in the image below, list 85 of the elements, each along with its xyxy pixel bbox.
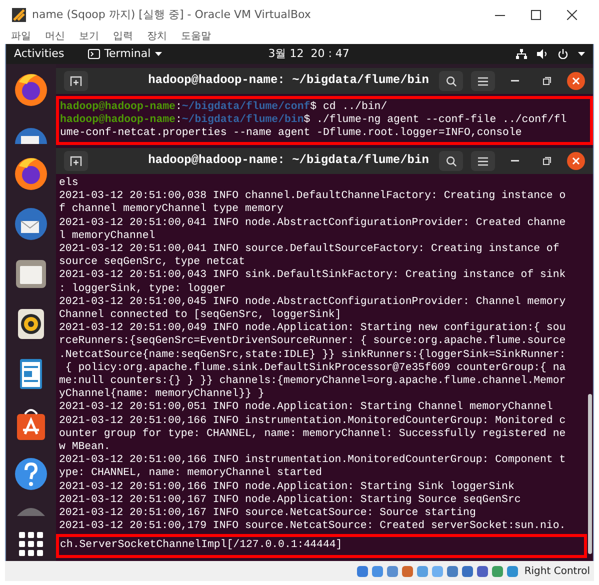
app-logo-icon xyxy=(12,8,26,22)
terminal-line: els xyxy=(59,177,80,190)
terminal-line: source seqGenSrc, type netcat xyxy=(59,256,246,270)
device-status-icon[interactable] xyxy=(371,564,384,578)
device-status-icon[interactable] xyxy=(386,564,400,578)
menu-icon xyxy=(478,156,488,166)
device-status-icon[interactable] xyxy=(476,564,490,578)
close-icon xyxy=(567,10,577,20)
terminal-line: ume-conf-netcat.properties --name agent -Dflume.root.logger=INFO,console xyxy=(60,127,523,141)
menu-button[interactable] xyxy=(471,151,495,171)
app-menu-button[interactable]: Terminal xyxy=(104,46,151,62)
minimize-icon xyxy=(495,14,505,16)
terminal-line: 2021-03-12 20:51:00,167 INFO node.Application: Starting Source seqGenSrc xyxy=(59,494,522,507)
device-status-icon[interactable] xyxy=(446,564,460,578)
clock[interactable]: 3월 12 20 : 47 xyxy=(268,46,410,62)
app-grid-icon[interactable] xyxy=(19,532,43,556)
network-icon xyxy=(516,49,527,59)
terminal-line: l memoryChannel xyxy=(59,230,156,244)
terminal-line: f channel memoryChannel type memory xyxy=(59,203,284,217)
menu-item[interactable]: 도움말 xyxy=(181,29,211,44)
caret-icon xyxy=(578,52,585,56)
volume-icon xyxy=(537,49,548,59)
restore-icon xyxy=(543,77,551,85)
menu-button[interactable] xyxy=(471,71,495,91)
terminal-line: 2021-03-12 20:51:00,166 INFO node.Application: Starting Sink loggerSink xyxy=(59,480,516,494)
terminal-line: yChannel{name: memoryChannel}} } xyxy=(59,388,266,401)
terminal-line: ype: CHANNEL, name: memoryChannel started xyxy=(59,467,323,481)
terminal-line: { policy:org.apache.flume.sink.DefaultSinkProcessor@7e35f609 counterGroup:{ na xyxy=(64,362,567,375)
terminal-line: 2021-03-12 20:51:00,038 INFO channel.DefaultChannelFactory: Creating instance o xyxy=(59,190,567,203)
restore-icon xyxy=(543,157,551,165)
terminal-title: hadoop@hadoop-name: ~/bigdata/flume/bin xyxy=(147,154,429,168)
terminal-line: 2021-03-12 20:51:00,045 INFO node.AbstractConfigurationProvider: Channel memory xyxy=(59,296,567,309)
minimize-icon xyxy=(511,80,519,82)
close-button[interactable] xyxy=(567,152,585,170)
terminal-line: 2021-03-12 20:51:00,167 INFO source.NetcatSource: Source starting xyxy=(59,507,477,520)
terminal-line: 2021-03-12 20:51:00,041 INFO node.AbstractConfigurationProvider: Created channe xyxy=(59,216,567,230)
device-status-icon[interactable] xyxy=(506,564,520,578)
terminal-title: hadoop@hadoop-name: ~/bigdata/flume/bin xyxy=(147,74,429,88)
terminal-line: 2021-03-12 20:51:00,166 INFO instrumentation.MonitoredCounterGroup: Monitored c xyxy=(59,414,567,428)
terminal-line: ounter group for type: CHANNEL, name: memoryChannel: Successfully registered ne xyxy=(59,428,567,442)
search-button[interactable] xyxy=(439,151,463,171)
menu-item[interactable]: 입력 xyxy=(113,29,133,44)
device-status-icon[interactable] xyxy=(356,564,370,578)
terminal-line: 2021-03-12 20:51:00,049 INFO node.Application: Starting new configuration:{ sou xyxy=(59,322,567,335)
power-icon xyxy=(558,49,568,59)
new-tab-icon xyxy=(70,75,82,87)
search-button[interactable] xyxy=(439,71,463,91)
search-icon xyxy=(446,76,456,86)
terminal-line: hadoop@hadoop-name:~/bigdata/flume/conf$ cd ../bin/ xyxy=(60,101,388,114)
terminal-line: .NetcatSource{name:seqGenSrc,state:IDLE} }} sinkRunners:{loggerSink=SinkRunner: xyxy=(59,348,567,362)
terminal-line: 2021-03-12 20:51:00,043 INFO sink.DefaultSinkFactory: Creating instance of sink xyxy=(59,269,567,283)
close-button[interactable] xyxy=(567,72,585,90)
terminal-icon xyxy=(88,49,100,59)
terminal-line: 2021-03-12 20:51:00,051 INFO node.Application: Starting Channel memoryChannel xyxy=(59,401,554,415)
menu-icon xyxy=(478,76,488,86)
terminal-line: 2021-03-12 20:51:00,179 INFO source.NetcatSource: Created serverSocket:sun.nio. xyxy=(59,520,567,534)
terminal-line: 2021-03-12 20:51:00,166 INFO instrumentation.MonitoredCounterGroup: Component t xyxy=(59,454,567,467)
terminal-line: hadoop@hadoop-name:~/bigdata/flume/bin$ ./flume-ng agent --conf-file ../conf/fl xyxy=(60,114,568,127)
menu-item[interactable]: 파일 xyxy=(11,29,31,44)
search-icon xyxy=(446,156,456,166)
scrollbar-thumb[interactable] xyxy=(588,394,592,554)
window-title: name (Sqoop 까지) [실행 중] - Oracle VM VirtualBox xyxy=(32,6,312,23)
terminal-line: ch.ServerSocketChannelImpl[/127.0.0.1:44444] xyxy=(60,539,344,553)
new-tab-button[interactable] xyxy=(64,151,88,171)
menu-item[interactable]: 장치 xyxy=(147,29,167,44)
terminal-line: w MBean. xyxy=(59,441,112,454)
device-status-icon[interactable] xyxy=(461,564,474,578)
new-tab-button[interactable] xyxy=(64,71,88,91)
minimize-icon xyxy=(511,160,519,162)
terminal-line: : loggerSink, type: logger xyxy=(59,282,227,296)
terminal-line: Channel connected to [seqGenSrc, loggerSink] xyxy=(59,309,342,322)
close-icon xyxy=(572,77,580,85)
host-key-label: Right Control xyxy=(524,564,590,578)
terminal-line: me:null counters:{} } }} channels:{memoryChannel=org.apache.flume.channel.Memor xyxy=(59,375,567,388)
terminal-line: 2021-03-12 20:51:00,041 INFO source.DefaultSourceFactory: Creating instance of xyxy=(59,243,560,256)
close-icon xyxy=(572,157,580,165)
menu-item[interactable]: 머신 xyxy=(45,29,65,44)
caret-icon xyxy=(154,52,162,56)
device-status-icon[interactable] xyxy=(491,564,504,578)
terminal-line: rceRunners:{seqGenSrc=EventDrivenSourceRunner: { source:org.apache.flume.source xyxy=(59,335,567,349)
device-status-icon[interactable] xyxy=(401,564,414,578)
new-tab-icon xyxy=(70,155,82,167)
activities-button[interactable]: Activities xyxy=(14,46,64,62)
menu-item[interactable]: 보기 xyxy=(79,29,99,44)
maximize-icon xyxy=(531,10,541,20)
